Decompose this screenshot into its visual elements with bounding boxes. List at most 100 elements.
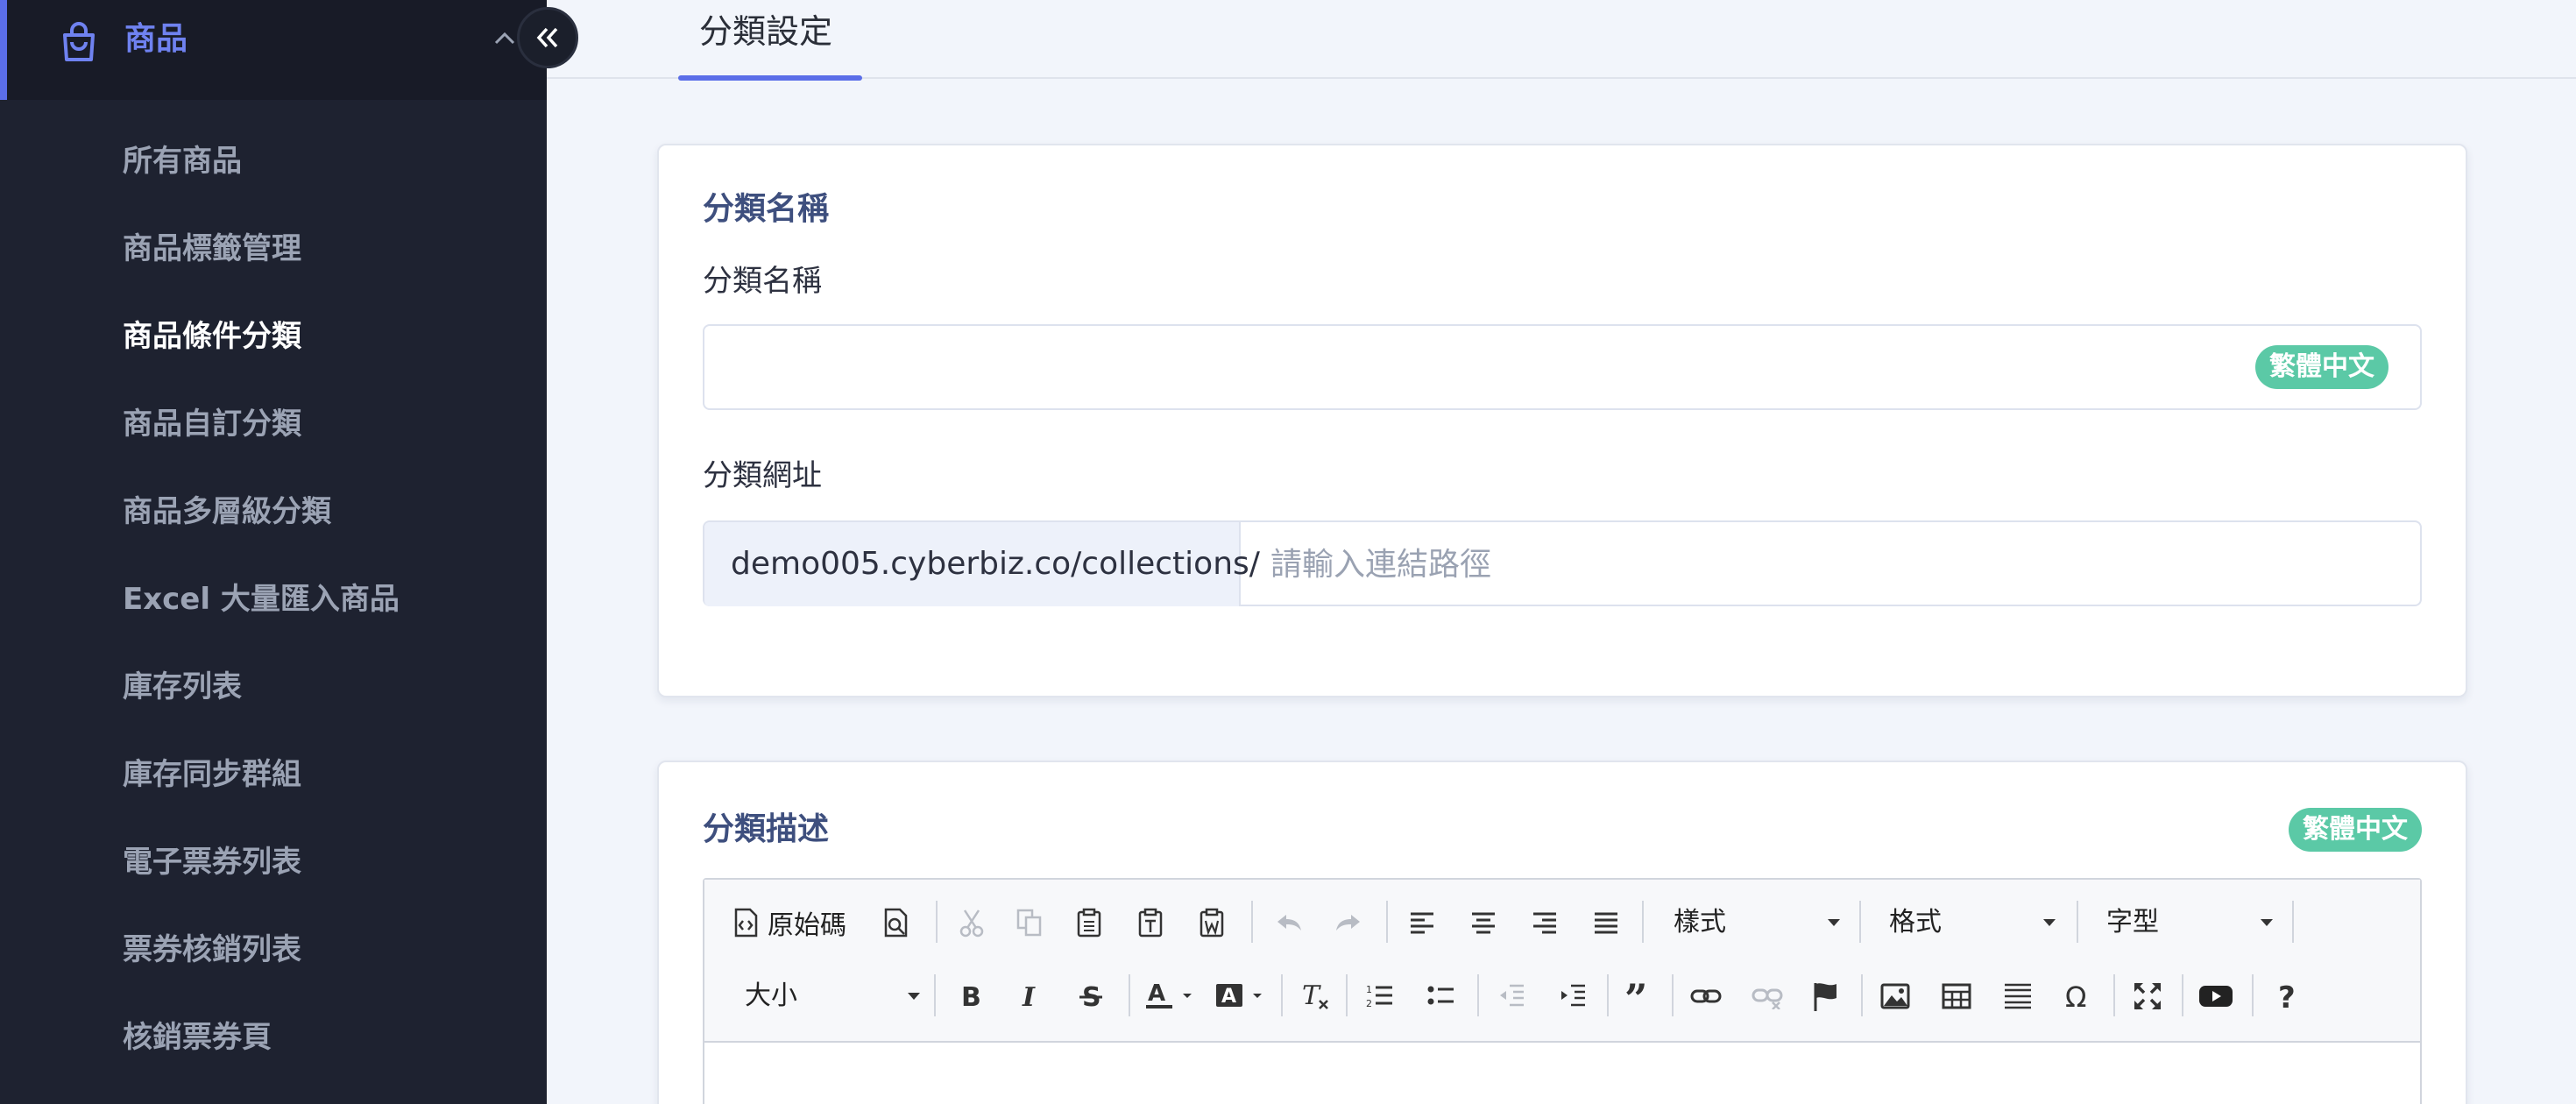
svg-text:?: ? — [2278, 981, 2296, 1011]
format-dropdown[interactable]: 格式 — [1875, 895, 2068, 950]
special-character-button[interactable]: Ω — [2059, 969, 2099, 1023]
toolbar-separator — [1672, 974, 1674, 1016]
size-dropdown[interactable]: 大小 — [731, 969, 932, 1023]
category-description-card: 分類描述 繁體中文 原始碼 樣式 格式 字型 大小 B I S A A T 1 … — [657, 761, 2467, 1104]
sidebar-item-redeem-ticket-page[interactable]: 核銷票券頁 — [0, 1008, 547, 1095]
image-button[interactable] — [1875, 969, 1915, 1023]
toolbar-separator — [936, 901, 938, 943]
toolbar-separator — [2113, 974, 2115, 1016]
svg-text:I: I — [1022, 983, 1036, 1009]
maximize-button[interactable] — [2127, 969, 2168, 1023]
style-dropdown[interactable]: 樣式 — [1660, 895, 1852, 950]
toolbar-separator — [1642, 901, 1644, 943]
sidebar-item-excel-import[interactable]: Excel 大量匯入商品 — [0, 570, 547, 657]
toolbar-row: 大小 B I S A A T 12 ” Ω ? — [704, 960, 2420, 1032]
decrease-indent-button[interactable] — [1491, 969, 1532, 1023]
text-color-icon: A — [1146, 981, 1197, 1011]
horizontal-rule-icon — [2003, 982, 2033, 1010]
source-button-label: 原始碼 — [768, 910, 846, 941]
preview-button[interactable] — [876, 895, 916, 950]
format-dropdown-label: 格式 — [1889, 907, 1942, 938]
numbered-list-button[interactable]: 12 — [1360, 969, 1400, 1023]
help-button[interactable]: ? — [2268, 969, 2308, 1023]
youtube-icon — [2198, 983, 2233, 1009]
undo-button[interactable] — [1269, 895, 1309, 950]
align-right-button[interactable] — [1525, 895, 1565, 950]
editor-content-area[interactable] — [704, 1044, 2420, 1104]
bulleted-list-button[interactable] — [1421, 969, 1461, 1023]
source-button[interactable]: 原始碼 — [732, 895, 846, 950]
font-dropdown[interactable]: 字型 — [2092, 895, 2285, 950]
size-dropdown-label: 大小 — [745, 980, 797, 1011]
svg-text:1: 1 — [1366, 984, 1372, 995]
sidebar-nav: 所有商品 商品標籤管理 商品條件分類 商品自訂分類 商品多層級分類 Excel … — [0, 131, 547, 1095]
sidebar: 商品 所有商品 商品標籤管理 商品條件分類 商品自訂分類 商品多層級分類 Exc… — [0, 0, 547, 1104]
toolbar-separator — [2077, 901, 2078, 943]
font-dropdown-label: 字型 — [2106, 907, 2159, 938]
anchor-button[interactable] — [1805, 969, 1845, 1023]
blockquote-button[interactable]: ” — [1619, 969, 1660, 1023]
tab-label: 分類設定 — [699, 12, 833, 51]
sidebar-item-custom-collections[interactable]: 商品自訂分類 — [0, 394, 547, 482]
background-color-button[interactable]: A — [1213, 969, 1270, 1023]
url-path-input[interactable] — [1242, 522, 2420, 606]
tab-category-settings[interactable]: 分類設定 — [678, 0, 862, 81]
maximize-icon — [2133, 981, 2162, 1011]
sidebar-section-products[interactable]: 商品 — [0, 0, 547, 100]
numbered-list-icon: 12 — [1366, 982, 1394, 1010]
paste-text-button[interactable] — [1130, 895, 1171, 950]
horizontal-rule-button[interactable] — [1998, 969, 2038, 1023]
help-icon: ? — [2276, 981, 2299, 1011]
align-right-icon — [1532, 909, 1558, 936]
justify-button[interactable] — [1586, 895, 1626, 950]
section-title: 分類描述 — [703, 811, 830, 847]
background-color-icon: A — [1216, 981, 1267, 1011]
toolbar-separator — [1861, 974, 1863, 1016]
strikethrough-button[interactable]: S — [1071, 969, 1111, 1023]
omega-icon: Ω — [2064, 982, 2094, 1010]
image-icon — [1880, 983, 1910, 1009]
text-color-button[interactable]: A — [1143, 969, 1200, 1023]
redo-button[interactable] — [1328, 895, 1369, 950]
sidebar-item-inventory-list[interactable]: 庫存列表 — [0, 657, 547, 745]
sidebar-item-e-ticket-list[interactable]: 電子票券列表 — [0, 832, 547, 920]
quote-icon: ” — [1624, 983, 1654, 1009]
bold-button[interactable]: B — [950, 969, 990, 1023]
redo-icon — [1334, 909, 1363, 936]
sidebar-item-tag-management[interactable]: 商品標籤管理 — [0, 219, 547, 307]
editor-toolbar: 原始碼 樣式 格式 字型 大小 B I S A A T 1 2 ” Ω ? — [704, 880, 2420, 1043]
sidebar-item-inventory-sync-groups[interactable]: 庫存同步群組 — [0, 745, 547, 832]
preview-icon — [882, 908, 910, 938]
collapse-sidebar-button[interactable] — [517, 7, 578, 68]
align-left-icon — [1409, 909, 1435, 936]
category-name-input[interactable]: 繁體中文 — [703, 324, 2422, 410]
copy-button[interactable] — [1009, 895, 1050, 950]
remove-format-button[interactable]: T — [1295, 969, 1335, 1023]
paste-word-button[interactable] — [1192, 895, 1232, 950]
paste-button[interactable] — [1069, 895, 1109, 950]
cut-icon — [958, 908, 986, 938]
align-left-button[interactable] — [1402, 895, 1442, 950]
table-button[interactable] — [1936, 969, 1977, 1023]
align-center-button[interactable] — [1463, 895, 1504, 950]
toolbar-separator — [1129, 974, 1130, 1016]
chevron-up-icon[interactable] — [491, 25, 519, 53]
toolbar-separator — [1346, 974, 1348, 1016]
sidebar-item-ticket-redemption-list[interactable]: 票券核銷列表 — [0, 920, 547, 1008]
chevron-down-icon — [908, 993, 920, 1000]
indent-icon — [1559, 982, 1587, 1010]
youtube-button[interactable] — [2196, 969, 2236, 1023]
sidebar-item-multilevel-collections[interactable]: 商品多層級分類 — [0, 482, 547, 570]
italic-button[interactable]: I — [1009, 969, 1050, 1023]
shopping-bag-icon — [56, 19, 102, 65]
sidebar-item-conditional-collections[interactable]: 商品條件分類 — [0, 307, 547, 394]
cut-button[interactable] — [952, 895, 992, 950]
toolbar-separator — [1607, 974, 1609, 1016]
link-button[interactable] — [1686, 969, 1726, 1023]
unlink-button[interactable] — [1747, 969, 1787, 1023]
section-title: 分類名稱 — [703, 191, 830, 227]
sidebar-item-all-products[interactable]: 所有商品 — [0, 131, 547, 219]
toolbar-separator — [2252, 974, 2254, 1016]
increase-indent-button[interactable] — [1553, 969, 1593, 1023]
toolbar-separator — [1477, 974, 1479, 1016]
